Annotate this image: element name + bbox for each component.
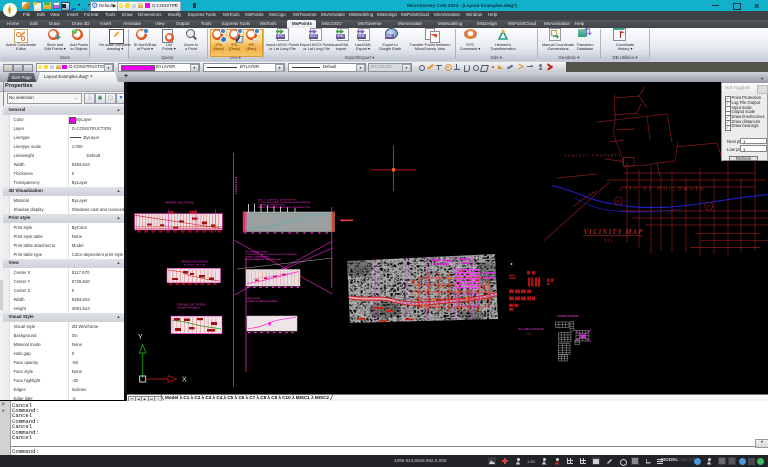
svg-text:TOPSOIL AND GRAVEL LAYERS AS S: TOPSOIL AND GRAVEL LAYERS AS SHOWN, MAXI… <box>245 253 297 256</box>
svg-text:ORIGINAL SOIL PROFILE: ORIGINAL SOIL PROFILE <box>165 201 194 205</box>
svg-text:AT MIDDLE SECTION: AT MIDDLE SECTION <box>184 264 205 267</box>
svg-text:TOPSOIL AND GRAVEL LAYERS AS S: TOPSOIL AND GRAVEL LAYERS AS SHOWN, MAXI… <box>258 201 310 204</box>
svg-text:OVERALL COVERAGE 8383.6: OVERALL COVERAGE 8383.6 <box>258 203 285 206</box>
svg-text:SOIL AREA ACCESS RD: SOIL AREA ACCESS RD <box>518 328 544 331</box>
svg-text:VICINITY MAP: VICINITY MAP <box>584 229 644 236</box>
svg-text:20: 20 <box>706 205 710 209</box>
svg-text:MID TO LOWER FILL AREA PROFILE: MID TO LOWER FILL AREA PROFILE <box>258 198 297 201</box>
svg-text:34: 34 <box>616 199 620 203</box>
svg-text:Pa: Pa <box>528 332 532 335</box>
svg-text:SUBJECT PROPERTY: SUBJECT PROPERTY <box>565 154 622 158</box>
svg-text:CHANNEL XING DETAIL: CHANNEL XING DETAIL <box>557 315 580 318</box>
svg-text:SALES PROFILE: SALES PROFILE <box>247 297 262 300</box>
svg-text:REFER TO SUMMARY SPECS AND ENG: REFER TO SUMMARY SPECS AND ENGR CODES WH… <box>258 206 310 209</box>
svg-text:ORIGINAL SOIL PROFILE: ORIGINAL SOIL PROFILE <box>181 261 208 264</box>
svg-text:AT NORTH ENTRANCE: AT NORTH ENTRANCE <box>178 307 201 310</box>
svg-text:REFER SECTION C AT NORTH ENTRA: REFER SECTION C AT NORTH ENTRANCE <box>247 300 279 303</box>
svg-text:N.T.S.: N.T.S. <box>604 239 613 243</box>
svg-text:X: X <box>182 377 187 384</box>
svg-text:REFER TO SUMMARY SPECS AND ENG: REFER TO SUMMARY SPECS AND ENGR CODES <box>245 258 282 261</box>
svg-text:ORIGINAL SOIL PROFILE: ORIGINAL SOIL PROFILE <box>177 303 206 306</box>
svg-text:Y: Y <box>138 334 143 341</box>
